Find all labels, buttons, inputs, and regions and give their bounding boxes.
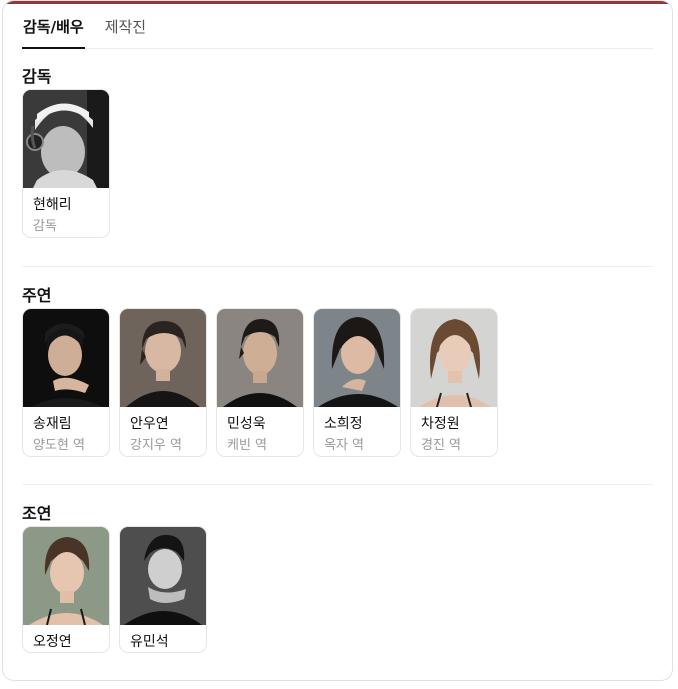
- person-role: 경진 역: [421, 438, 462, 453]
- person-name: 차정원: [421, 416, 460, 432]
- person-name: 민성욱: [227, 416, 266, 432]
- person-name: 송재림: [33, 416, 72, 432]
- person-name: 소희정: [324, 416, 363, 432]
- actress-portrait-photo: [314, 309, 400, 407]
- person-card[interactable]: 차정원 경진 역: [410, 308, 498, 457]
- person-name: 오정연: [33, 634, 72, 650]
- section-divider: [22, 484, 653, 485]
- section-divider: [22, 266, 653, 267]
- person-card[interactable]: 오정연: [22, 526, 110, 653]
- actor-portrait-photo: [120, 309, 206, 407]
- person-card[interactable]: 소희정 옥자 역: [313, 308, 401, 457]
- person-role: 케빈 역: [227, 438, 268, 453]
- tab-bar: 감독/배우 제작진: [22, 15, 653, 49]
- person-card[interactable]: 민성욱 케빈 역: [216, 308, 304, 457]
- actor-portrait-photo: [120, 527, 206, 625]
- director-portrait-photo: [23, 90, 109, 188]
- person-card[interactable]: 유민석: [119, 526, 207, 653]
- person-name: 현해리: [33, 197, 72, 213]
- actress-portrait-photo: [411, 309, 497, 407]
- accent-bar: [3, 1, 672, 4]
- person-role: 감독: [33, 219, 57, 234]
- section-title: 주연: [22, 286, 52, 305]
- section-supporting: 조연 오정연 유민석: [22, 502, 653, 653]
- person-card[interactable]: 안우연 강지우 역: [119, 308, 207, 457]
- person-name: 유민석: [130, 634, 169, 650]
- actress-portrait-photo: [23, 527, 109, 625]
- actor-portrait-photo: [217, 309, 303, 407]
- section-director: 감독 현해리 감독: [22, 65, 653, 238]
- person-role: 강지우 역: [130, 438, 182, 453]
- section-title: 감독: [22, 67, 52, 86]
- person-card[interactable]: 송재림 양도현 역: [22, 308, 110, 457]
- tab-director-actors[interactable]: 감독/배우: [22, 15, 85, 49]
- person-role: 옥자 역: [324, 438, 365, 453]
- section-leads: 주연 송재림 양도현 역 안우연 강지우 역 민성욱 케빈 역 소희정 옥자 역…: [22, 284, 653, 457]
- person-name: 안우연: [130, 416, 169, 432]
- person-role: 양도현 역: [33, 438, 85, 453]
- cast-panel: 감독/배우 제작진 감독 현해리 감독 주연 송재림 양도현 역 안우연 강지우…: [2, 0, 673, 681]
- person-card[interactable]: 현해리 감독: [22, 89, 110, 238]
- actor-portrait-photo: [23, 309, 109, 407]
- section-title: 조연: [22, 504, 52, 523]
- tab-production-staff[interactable]: 제작진: [104, 15, 147, 49]
